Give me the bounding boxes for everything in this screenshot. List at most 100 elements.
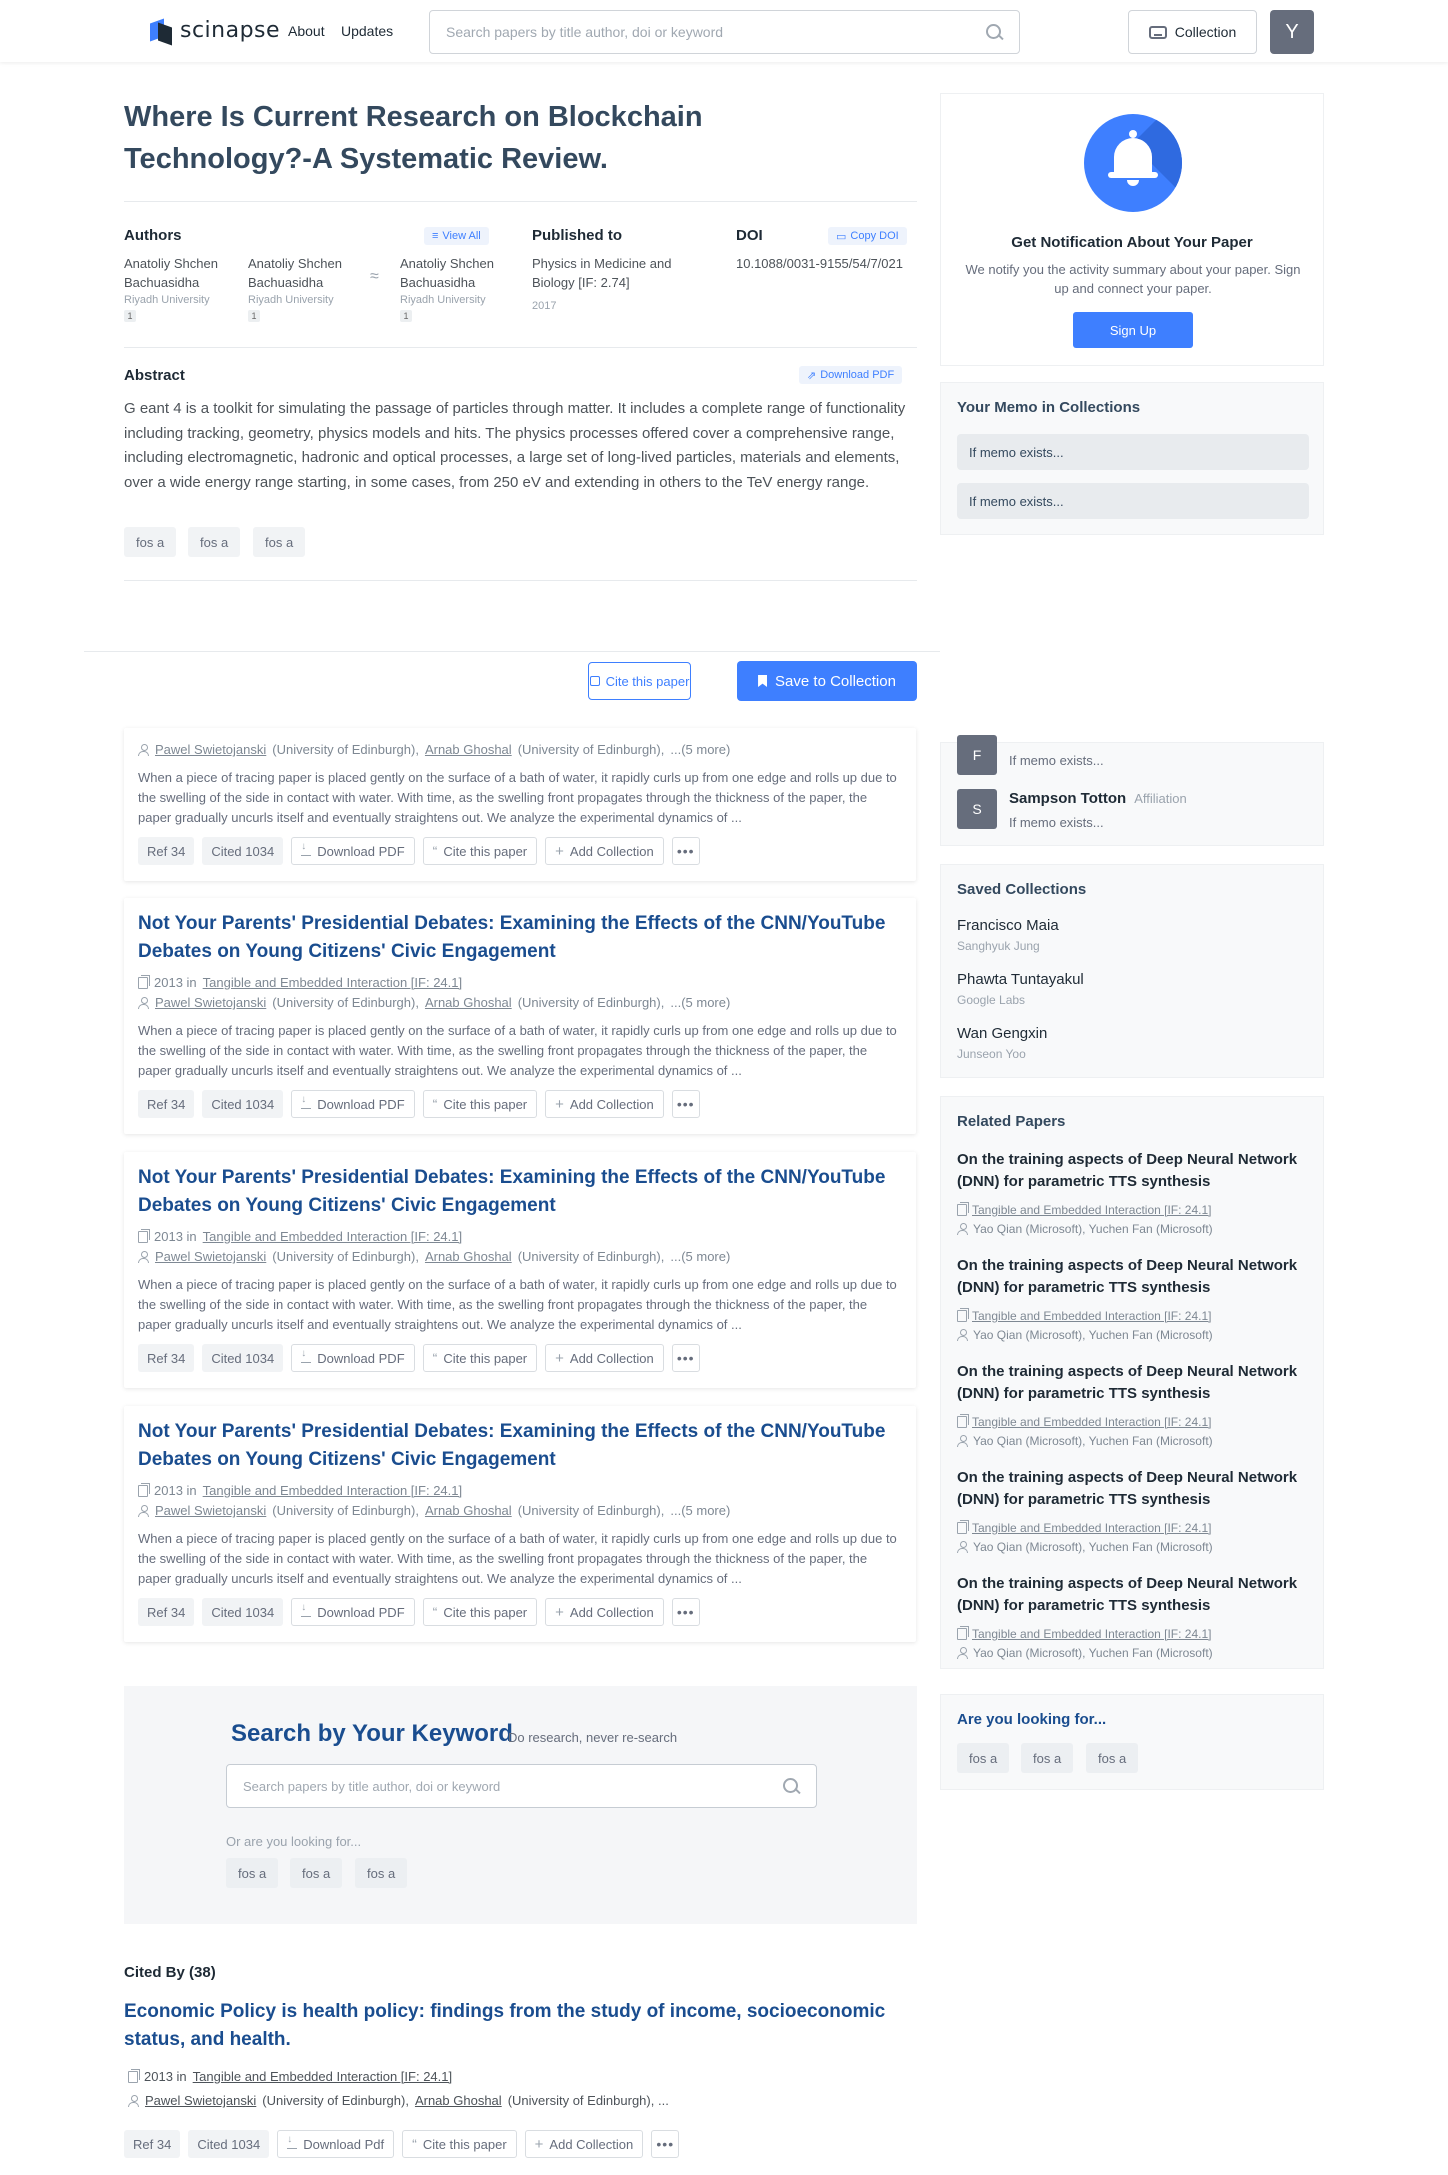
download-pdf-button[interactable]: Download PDF	[291, 1344, 415, 1372]
venue-link[interactable]: Tangible and Embedded Interaction [IF: 2…	[972, 1627, 1212, 1641]
copy-doi-button[interactable]: ▭ Copy DOI	[828, 227, 907, 245]
more-options-icon[interactable]: •••	[671, 1090, 700, 1118]
author-link[interactable]: Arnab Ghoshal	[425, 1503, 512, 1518]
author-item[interactable]: Anatoliy Shchen Bachuasidha Riyadh Unive…	[248, 254, 368, 324]
related-paper-title[interactable]: On the training aspects of Deep Neural N…	[957, 1573, 1317, 1617]
add-collection-button[interactable]: + Add Collection	[545, 1598, 664, 1626]
author-name[interactable]: Anatoliy Shchen Bachuasidha	[124, 254, 244, 292]
cited-paper-title-link[interactable]: Economic Policy is health policy: findin…	[124, 1998, 914, 2054]
more-authors-icon[interactable]: ≈	[370, 268, 379, 286]
view-all-authors-button[interactable]: ≡ View All	[424, 227, 489, 245]
related-paper-title[interactable]: On the training aspects of Deep Neural N…	[957, 1467, 1317, 1511]
cite-button[interactable]: “ Cite this paper	[422, 1344, 538, 1372]
search-icon[interactable]	[782, 1777, 800, 1795]
fos-tag[interactable]: fos a	[226, 1858, 279, 1888]
author-link[interactable]: Pawel Swietojanski	[155, 742, 266, 757]
author-item[interactable]: Anatoliy Shchen Bachuasidha Riyadh Unive…	[124, 254, 244, 324]
fos-tag[interactable]: fos a	[1086, 1743, 1139, 1773]
more-authors[interactable]: ...(5 more)	[670, 1249, 730, 1264]
cited-count[interactable]: Cited 1034	[202, 837, 284, 865]
author-link[interactable]: Pawel Swietojanski	[155, 995, 266, 1010]
user-avatar-button[interactable]: Y	[1270, 10, 1314, 54]
ref-count[interactable]: Ref 34	[124, 2130, 181, 2158]
related-paper-title[interactable]: On the training aspects of Deep Neural N…	[957, 1149, 1317, 1193]
related-paper-title[interactable]: On the training aspects of Deep Neural N…	[957, 1255, 1317, 1299]
fos-tag[interactable]: fos a	[124, 527, 177, 557]
collection-name[interactable]: Francisco Maia	[957, 917, 1059, 934]
author-name[interactable]: Anatoliy Shchen Bachuasidha	[248, 254, 368, 292]
add-collection-button[interactable]: + Add Collection	[545, 1344, 664, 1372]
fos-tag[interactable]: fos a	[290, 1858, 343, 1888]
cite-button[interactable]: “ Cite this paper	[422, 1598, 538, 1626]
cite-button[interactable]: “ Cite this paper	[422, 837, 538, 865]
keyword-search-input[interactable]	[243, 1778, 782, 1794]
nav-about-link[interactable]: About	[288, 23, 325, 39]
download-pdf-button[interactable]: Download PDF	[291, 837, 415, 865]
download-pdf-button[interactable]: Download PDF	[291, 1598, 415, 1626]
cited-count[interactable]: Cited 1034	[202, 1598, 284, 1626]
ref-count[interactable]: Ref 34	[138, 837, 195, 865]
search-icon[interactable]	[985, 23, 1003, 41]
more-authors[interactable]: ...(5 more)	[670, 1503, 730, 1518]
more-options-icon[interactable]: •••	[671, 1598, 700, 1626]
fos-tag[interactable]: fos a	[957, 1743, 1010, 1773]
scinapse-logo[interactable]: scinapse	[150, 17, 280, 46]
cited-count[interactable]: Cited 1034	[202, 1344, 284, 1372]
collection-name[interactable]: Wan Gengxin	[957, 1025, 1047, 1042]
author-link[interactable]: Arnab Ghoshal	[425, 995, 512, 1010]
more-options-icon[interactable]: •••	[651, 2130, 680, 2158]
venue-link[interactable]: Tangible and Embedded Interaction [IF: 2…	[203, 1483, 462, 1498]
member-avatar[interactable]: F	[957, 735, 997, 775]
author-link[interactable]: Arnab Ghoshal	[425, 1249, 512, 1264]
more-options-icon[interactable]: •••	[671, 1344, 700, 1372]
sign-up-button[interactable]: Sign Up	[1073, 312, 1193, 348]
venue-link[interactable]: Tangible and Embedded Interaction [IF: 2…	[972, 1203, 1212, 1217]
fos-tag[interactable]: fos a	[188, 527, 241, 557]
member-avatar[interactable]: S	[957, 789, 997, 829]
cite-this-paper-button[interactable]: Cite this paper	[588, 662, 691, 700]
download-pdf-button[interactable]: Download Pdf	[277, 2130, 395, 2158]
fos-tag[interactable]: fos a	[253, 527, 306, 557]
nav-updates-link[interactable]: Updates	[341, 23, 393, 39]
memo-row[interactable]: If memo exists...	[957, 483, 1309, 519]
paper-title-link[interactable]: Not Your Parents' Presidential Debates: …	[138, 1418, 908, 1474]
memo-row[interactable]: If memo exists...	[957, 434, 1309, 470]
fos-tag[interactable]: fos a	[355, 1858, 408, 1888]
fos-tag[interactable]: fos a	[1021, 1743, 1074, 1773]
more-options-icon[interactable]: •••	[671, 837, 700, 865]
member-name[interactable]: Sampson Totton Affiliation	[1009, 790, 1187, 807]
author-link[interactable]: Arnab Ghoshal	[425, 742, 512, 757]
author-item[interactable]: Anatoliy Shchen Bachuasidha Riyadh Unive…	[400, 254, 520, 324]
ref-count[interactable]: Ref 34	[138, 1598, 195, 1626]
paper-title-link[interactable]: Not Your Parents' Presidential Debates: …	[138, 1164, 908, 1220]
save-to-collection-button[interactable]: Save to Collection	[737, 661, 917, 701]
collection-name[interactable]: Phawta Tuntayakul	[957, 971, 1084, 988]
author-link[interactable]: Pawel Swietojanski	[155, 1503, 266, 1518]
more-authors[interactable]: ...(5 more)	[670, 995, 730, 1010]
author-link[interactable]: Pawel Swietojanski	[145, 2093, 256, 2108]
cite-button[interactable]: “ Cite this paper	[402, 2130, 517, 2158]
journal-name[interactable]: Physics in Medicine and Biology [IF: 2.7…	[532, 254, 697, 292]
collection-button[interactable]: Collection	[1128, 10, 1257, 54]
venue-link[interactable]: Tangible and Embedded Interaction [IF: 2…	[193, 2069, 452, 2084]
ref-count[interactable]: Ref 34	[138, 1344, 195, 1372]
cited-count[interactable]: Cited 1034	[188, 2130, 270, 2158]
download-pdf-button[interactable]: ⇗ Download PDF	[799, 366, 903, 384]
ref-count[interactable]: Ref 34	[138, 1090, 195, 1118]
add-collection-button[interactable]: + Add Collection	[545, 837, 664, 865]
venue-link[interactable]: Tangible and Embedded Interaction [IF: 2…	[972, 1309, 1212, 1323]
venue-link[interactable]: Tangible and Embedded Interaction [IF: 2…	[203, 975, 462, 990]
add-collection-button[interactable]: + Add Collection	[545, 1090, 664, 1118]
paper-title-link[interactable]: Not Your Parents' Presidential Debates: …	[138, 910, 908, 966]
cited-count[interactable]: Cited 1034	[202, 1090, 284, 1118]
add-collection-button[interactable]: + Add Collection	[524, 2130, 644, 2158]
author-link[interactable]: Pawel Swietojanski	[155, 1249, 266, 1264]
top-search-input[interactable]	[446, 24, 985, 40]
cite-button[interactable]: “ Cite this paper	[422, 1090, 538, 1118]
author-link[interactable]: Arnab Ghoshal	[415, 2093, 502, 2108]
more-authors[interactable]: ...(5 more)	[670, 742, 730, 757]
download-pdf-button[interactable]: Download PDF	[291, 1090, 415, 1118]
venue-link[interactable]: Tangible and Embedded Interaction [IF: 2…	[972, 1415, 1212, 1429]
author-name[interactable]: Anatoliy Shchen Bachuasidha	[400, 254, 520, 292]
related-paper-title[interactable]: On the training aspects of Deep Neural N…	[957, 1361, 1317, 1405]
